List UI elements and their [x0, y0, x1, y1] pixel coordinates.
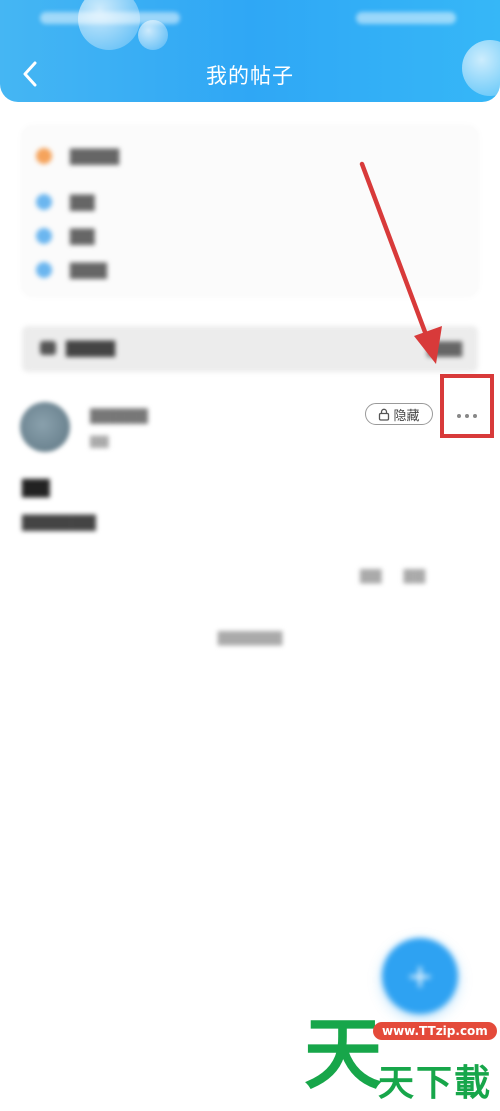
plus-icon: +	[406, 957, 434, 995]
post-action[interactable]: ▇▇	[404, 568, 426, 584]
info-row[interactable]: ▇▇	[36, 226, 95, 245]
watermark-url: www.TTzip.com	[373, 1022, 497, 1040]
section-icon	[40, 340, 56, 355]
lock-icon	[378, 408, 390, 421]
no-more-text: ▇▇▇▇▇▇	[217, 630, 283, 646]
info-row-label: ▇▇▇	[70, 260, 107, 279]
page-title: 我的帖子	[206, 64, 294, 88]
info-row-label: ▇▇▇▇	[70, 146, 120, 165]
watermark-logo: 天	[304, 1010, 383, 1100]
bullet-icon	[36, 147, 52, 164]
post-action[interactable]: ▇▇	[360, 568, 382, 584]
status-bar	[0, 0, 500, 36]
post-title[interactable]: ▇▇	[22, 477, 50, 498]
watermark-name: 天下載	[378, 1063, 493, 1104]
post-body[interactable]: ▇▇▇▇▇▇	[22, 512, 96, 531]
section-header[interactable]: ▇▇▇▇ ▇▇▇	[22, 326, 478, 372]
more-dot	[465, 414, 469, 418]
info-row[interactable]: ▇▇	[36, 192, 95, 211]
info-row[interactable]: ▇▇▇▇	[36, 146, 119, 165]
bullet-icon	[36, 193, 52, 210]
create-post-button[interactable]: +	[382, 938, 458, 1014]
bullet-icon	[36, 227, 52, 244]
more-dot	[457, 414, 461, 418]
info-row-label: ▇▇	[70, 226, 95, 245]
hidden-status-badge[interactable]: 隐藏	[365, 403, 433, 425]
avatar[interactable]	[20, 402, 70, 452]
section-left-label: ▇▇▇▇	[66, 338, 116, 357]
author-name[interactable]: ▇▇▇▇▇	[90, 406, 148, 424]
section-right-label: ▇▇▇	[427, 339, 462, 357]
site-watermark: 天 www.TTzip.com 天下載	[300, 1014, 500, 1111]
author-subtitle: ▇▇	[90, 434, 109, 448]
post-actions: ▇▇ ▇▇	[360, 568, 425, 584]
more-options-button[interactable]	[447, 404, 487, 428]
more-dot	[473, 414, 477, 418]
section-title: ▇▇▇▇	[40, 338, 115, 357]
header-bar: 我的帖子	[0, 0, 500, 102]
info-row[interactable]: ▇▇▇	[36, 260, 107, 279]
info-card: ▇▇▇▇ ▇▇ ▇▇ ▇▇▇	[22, 126, 478, 296]
hidden-label: 隐藏	[393, 408, 420, 424]
info-row-label: ▇▇	[70, 192, 95, 211]
bullet-icon	[36, 261, 52, 278]
